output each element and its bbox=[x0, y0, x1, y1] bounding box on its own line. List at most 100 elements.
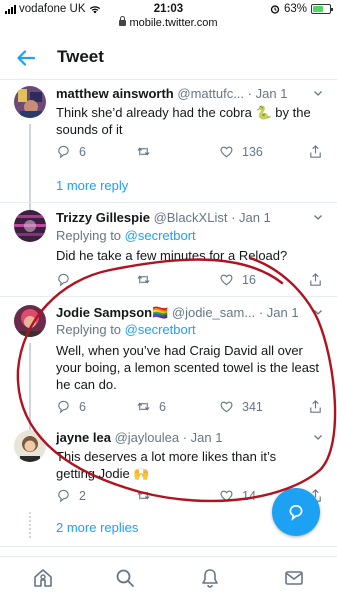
url-bar[interactable]: mobile.twitter.com bbox=[0, 16, 337, 31]
tweet-time[interactable]: Jan 1 bbox=[191, 430, 223, 445]
url-text: mobile.twitter.com bbox=[129, 17, 218, 29]
retweet-button[interactable] bbox=[136, 488, 159, 503]
reply-count: 2 bbox=[79, 488, 86, 503]
divider bbox=[0, 296, 337, 297]
reply-button[interactable] bbox=[56, 272, 79, 287]
replying-to: Replying to @secretbort bbox=[56, 322, 196, 337]
replying-to: Replying to @secretbort bbox=[56, 228, 196, 243]
author-handle[interactable]: @BlackXList bbox=[154, 210, 228, 225]
tweet-author-line[interactable]: jayne lea @jayloulea · Jan 1 bbox=[56, 430, 311, 445]
reply-icon bbox=[58, 273, 69, 287]
tweet-time[interactable]: Jan 1 bbox=[267, 305, 299, 320]
back-arrow-icon[interactable] bbox=[14, 46, 38, 70]
avatar[interactable] bbox=[14, 305, 46, 337]
reply-count: 6 bbox=[79, 399, 86, 414]
retweet-button[interactable] bbox=[136, 144, 159, 159]
replying-to-mention[interactable]: @secretbort bbox=[125, 228, 196, 243]
like-count: 341 bbox=[242, 399, 263, 414]
search-icon[interactable] bbox=[114, 567, 136, 589]
retweet-button[interactable]: 6 bbox=[136, 399, 166, 414]
tweet-text: Did he take a few minutes for a Reload? bbox=[56, 248, 288, 263]
share-button[interactable] bbox=[308, 399, 323, 414]
reply-button[interactable]: 6 bbox=[56, 144, 86, 159]
share-button[interactable] bbox=[308, 144, 323, 159]
reply-icon bbox=[58, 145, 69, 159]
author-name[interactable]: jayne lea bbox=[56, 430, 111, 445]
retweet-icon bbox=[137, 147, 150, 156]
like-count: 136 bbox=[242, 144, 263, 159]
separator: · bbox=[247, 86, 253, 101]
like-button[interactable]: 136 bbox=[219, 144, 263, 159]
compose-reply-button[interactable] bbox=[272, 488, 320, 536]
avatar[interactable] bbox=[14, 430, 46, 462]
tweet-actions: 6 6 341 bbox=[56, 399, 323, 415]
tweet-trizzy-gillespie[interactable]: Trizzy Gillespie @BlackXList · Jan 1 Rep… bbox=[0, 210, 337, 290]
separator: · bbox=[231, 210, 236, 225]
thread-dotted-line bbox=[29, 512, 31, 538]
author-name[interactable]: matthew ainsworth bbox=[56, 86, 174, 101]
share-button[interactable] bbox=[308, 272, 323, 287]
avatar[interactable] bbox=[14, 210, 46, 242]
replying-to-label: Replying to bbox=[56, 228, 122, 243]
alarm-icon bbox=[270, 5, 280, 14]
author-handle[interactable]: @mattufc... bbox=[177, 86, 244, 101]
tweet-author-line[interactable]: Trizzy Gillespie @BlackXList · Jan 1 bbox=[56, 210, 311, 225]
battery-percent: 63% bbox=[283, 3, 307, 15]
tweet-text: Well, when you’ve had Craig David all ov… bbox=[56, 343, 320, 392]
more-replies-link[interactable]: 1 more reply bbox=[56, 178, 128, 193]
reply-button[interactable]: 6 bbox=[56, 399, 86, 414]
retweet-button[interactable] bbox=[136, 272, 159, 287]
reply-count: 6 bbox=[79, 144, 86, 159]
tweet-matthew-ainsworth[interactable]: matthew ainsworth @mattufc... · Jan 1 Th… bbox=[0, 86, 337, 216]
retweet-count: 6 bbox=[159, 399, 166, 414]
lock-icon bbox=[119, 16, 127, 26]
reply-icon bbox=[58, 400, 69, 414]
like-button[interactable]: 341 bbox=[219, 399, 263, 414]
replying-to-label: Replying to bbox=[56, 322, 122, 337]
battery-indicator: 63% bbox=[270, 3, 333, 15]
heart-icon bbox=[220, 490, 233, 502]
share-icon bbox=[310, 273, 321, 286]
chevron-down-icon[interactable] bbox=[313, 307, 323, 317]
tweet-text: This deserves a lot more likes than it’s… bbox=[56, 449, 277, 481]
divider bbox=[0, 202, 337, 203]
home-icon[interactable] bbox=[32, 567, 54, 589]
chevron-down-icon[interactable] bbox=[313, 88, 323, 98]
page-title: Tweet bbox=[57, 47, 104, 66]
tweet-author-line[interactable]: matthew ainsworth @mattufc... · Jan 1 bbox=[56, 86, 311, 101]
replying-to-mention[interactable]: @secretbort bbox=[125, 322, 196, 337]
author-name[interactable]: Trizzy Gillespie bbox=[56, 210, 150, 225]
author-name[interactable]: Jodie Sampson🏳️‍🌈 bbox=[56, 305, 168, 320]
chevron-down-icon[interactable] bbox=[313, 432, 323, 442]
heart-icon bbox=[220, 401, 233, 413]
like-count: 16 bbox=[242, 272, 256, 287]
separator: · bbox=[258, 305, 264, 320]
like-count: 14 bbox=[242, 488, 256, 503]
tweet-jodie-sampson[interactable]: Jodie Sampson🏳️‍🌈 @jodie_sam... · Jan 1 … bbox=[0, 305, 337, 453]
tweet-text: Think she’d already had the cobra 🐍 by t… bbox=[56, 105, 311, 137]
share-icon bbox=[310, 145, 321, 158]
tweet-time[interactable]: Jan 1 bbox=[239, 210, 271, 225]
avatar[interactable] bbox=[14, 86, 46, 118]
tweet-actions: 16 bbox=[56, 272, 323, 288]
reply-button[interactable]: 2 bbox=[56, 488, 86, 503]
tweet-actions: 6 136 bbox=[56, 144, 323, 160]
battery-icon bbox=[311, 4, 333, 14]
divider bbox=[0, 546, 337, 547]
author-handle[interactable]: @jayloulea bbox=[115, 430, 180, 445]
more-replies-link[interactable]: 2 more replies bbox=[56, 520, 138, 535]
like-button[interactable]: 14 bbox=[219, 488, 256, 503]
bottom-tab-bar bbox=[0, 556, 337, 600]
retweet-icon bbox=[137, 275, 150, 284]
page-header: Tweet bbox=[0, 36, 337, 80]
notifications-icon[interactable] bbox=[199, 567, 221, 589]
like-button[interactable]: 16 bbox=[219, 272, 256, 287]
messages-icon[interactable] bbox=[283, 567, 305, 589]
author-handle[interactable]: @jodie_sam... bbox=[172, 305, 255, 320]
reply-icon bbox=[289, 505, 303, 521]
tweet-time[interactable]: Jan 1 bbox=[256, 86, 288, 101]
reply-icon bbox=[58, 489, 69, 503]
heart-icon bbox=[220, 274, 233, 286]
chevron-down-icon[interactable] bbox=[313, 212, 323, 222]
tweet-author-line[interactable]: Jodie Sampson🏳️‍🌈 @jodie_sam... · Jan 1 bbox=[56, 305, 311, 321]
